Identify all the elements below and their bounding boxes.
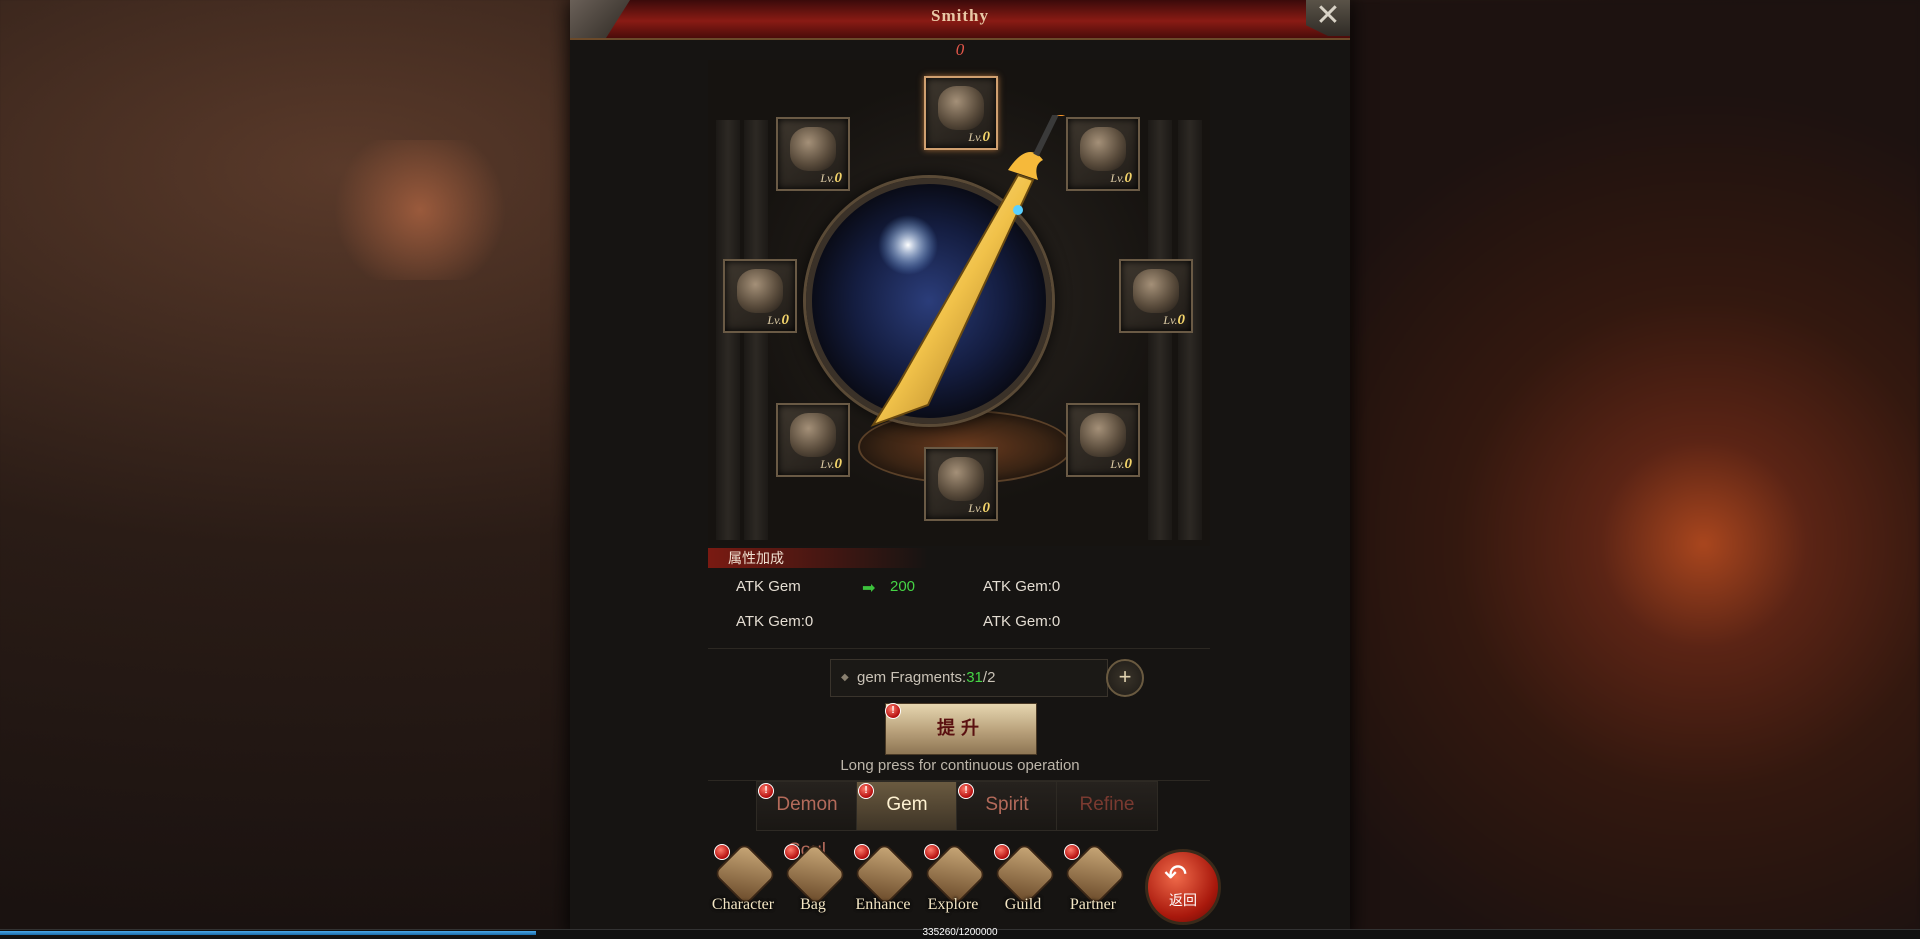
- nav-partner-button[interactable]: Partner: [1058, 842, 1128, 922]
- attribute-atk-gem-4: ATK Gem:0: [983, 613, 1061, 630]
- equipment-slot-gloves[interactable]: Lv.0: [776, 403, 850, 477]
- attribute-atk-gem-2: ATK Gem:0: [983, 578, 1061, 595]
- long-press-hint: Long press for continuous operation: [840, 757, 1080, 774]
- level-value: 0: [834, 170, 843, 186]
- equipment-stage: Lv.0 Lv.0 Lv.0 Lv.0 Lv.0 Lv.0 Lv.0 Lv.0: [708, 60, 1210, 546]
- equipment-slot-necklace[interactable]: Lv.0: [1066, 403, 1140, 477]
- equipment-slot-weapon[interactable]: Lv.0: [924, 76, 998, 150]
- nav-guild-button[interactable]: Guild: [988, 842, 1058, 922]
- back-button[interactable]: ↶ 返回: [1145, 849, 1221, 925]
- nav-character-button[interactable]: Character: [708, 842, 778, 922]
- weapon-icon: [938, 86, 984, 130]
- level-prefix: Lv.: [820, 457, 835, 471]
- back-label: 返回: [1169, 892, 1197, 908]
- level-prefix: Lv.: [820, 171, 835, 185]
- nav-enhance-button[interactable]: Enhance: [848, 842, 918, 922]
- level-value: 0: [834, 456, 843, 472]
- nav-alert-badge: [924, 844, 940, 860]
- gloves-icon: [790, 413, 836, 457]
- weapon-sword-icon: [870, 115, 1066, 427]
- level-value: 0: [781, 312, 790, 328]
- upgrade-alert-badge: !: [885, 703, 901, 719]
- level-prefix: Lv.: [1163, 313, 1178, 327]
- slot-level: Lv.0: [1110, 170, 1132, 187]
- equipment-slot-shoulder[interactable]: Lv.0: [776, 117, 850, 191]
- nav-alert-badge: [714, 844, 730, 860]
- tab-alert-badge: !: [958, 783, 974, 799]
- slot-level: Lv.0: [767, 312, 789, 329]
- fragments-required: 2: [987, 669, 996, 686]
- boots-icon: [938, 457, 984, 501]
- shoulder-armor-icon: [790, 127, 836, 171]
- attribute-bonus-header: 属性加成: [708, 548, 928, 568]
- tab-refine[interactable]: Refine: [1056, 781, 1158, 831]
- necklace-icon: [1080, 413, 1126, 457]
- gem-fragments-field: ◆ gem Fragments:31/2: [830, 659, 1108, 697]
- window-title: Smithy: [931, 6, 989, 25]
- slot-level: Lv.0: [968, 129, 990, 146]
- close-button[interactable]: ✕: [1306, 0, 1350, 36]
- power-value: 0: [955, 40, 965, 59]
- add-fragments-button[interactable]: +: [1106, 659, 1144, 697]
- slot-level: Lv.0: [968, 500, 990, 517]
- nav-bag-button[interactable]: Bag: [778, 842, 848, 922]
- tab-alert-badge: !: [758, 783, 774, 799]
- slot-level: Lv.0: [820, 456, 842, 473]
- attribute-atk-gem-label: ATK Gem: [736, 578, 801, 595]
- arrow-right-icon: ➡: [862, 580, 876, 597]
- level-prefix: Lv.: [1110, 457, 1125, 471]
- level-value: 0: [1124, 456, 1133, 472]
- level-value: 0: [982, 129, 991, 145]
- level-prefix: Lv.: [968, 130, 983, 144]
- upgrade-button[interactable]: 提升: [885, 703, 1037, 755]
- level-prefix: Lv.: [767, 313, 782, 327]
- slot-level: Lv.0: [1110, 456, 1132, 473]
- tab-alert-badge: !: [858, 783, 874, 799]
- nav-alert-badge: [1064, 844, 1080, 860]
- chest-armor-icon: [1133, 269, 1179, 313]
- equipment-slot-boots[interactable]: Lv.0: [924, 447, 998, 521]
- nav-alert-badge: [994, 844, 1010, 860]
- slot-level: Lv.0: [1163, 312, 1185, 329]
- nav-explore-button[interactable]: Explore: [918, 842, 988, 922]
- background-right: [1350, 0, 1920, 938]
- title-bar: Smithy ✕: [570, 0, 1350, 40]
- helmet-icon: [1080, 127, 1126, 171]
- attribute-atk-gem-3: ATK Gem:0: [736, 613, 814, 630]
- experience-text: 335260/1200000: [922, 927, 998, 938]
- attribute-atk-gem-next-value: 200: [890, 578, 916, 595]
- diamond-icon: ◆: [841, 672, 849, 683]
- fragments-label: gem Fragments:: [857, 669, 967, 686]
- fragments-current: 31: [966, 669, 983, 686]
- nav-alert-badge: [854, 844, 870, 860]
- equipment-slot-belt[interactable]: Lv.0: [723, 259, 797, 333]
- level-prefix: Lv.: [968, 501, 983, 515]
- slot-level: Lv.0: [820, 170, 842, 187]
- belt-icon: [737, 269, 783, 313]
- nav-label: Partner: [1069, 896, 1117, 913]
- return-arrow-icon: ↶: [1164, 859, 1188, 890]
- divider: [708, 648, 1210, 649]
- level-prefix: Lv.: [1110, 171, 1125, 185]
- equipment-slot-helmet[interactable]: Lv.0: [1066, 117, 1140, 191]
- level-value: 0: [1124, 170, 1133, 186]
- smithy-panel: Smithy ✕ 0 Lv.0 Lv.0 Lv.0 Lv.0 Lv.0 Lv.0…: [570, 0, 1350, 938]
- background-left-glow: [320, 140, 520, 280]
- level-value: 0: [982, 500, 991, 516]
- gem-fragments-text: gem Fragments:31/2: [857, 660, 995, 696]
- level-value: 0: [1177, 312, 1186, 328]
- equipment-slot-chest[interactable]: Lv.0: [1119, 259, 1193, 333]
- bottom-navigation: Character Bag Enhance Explore Guild Part…: [708, 842, 1218, 922]
- nav-alert-badge: [784, 844, 800, 860]
